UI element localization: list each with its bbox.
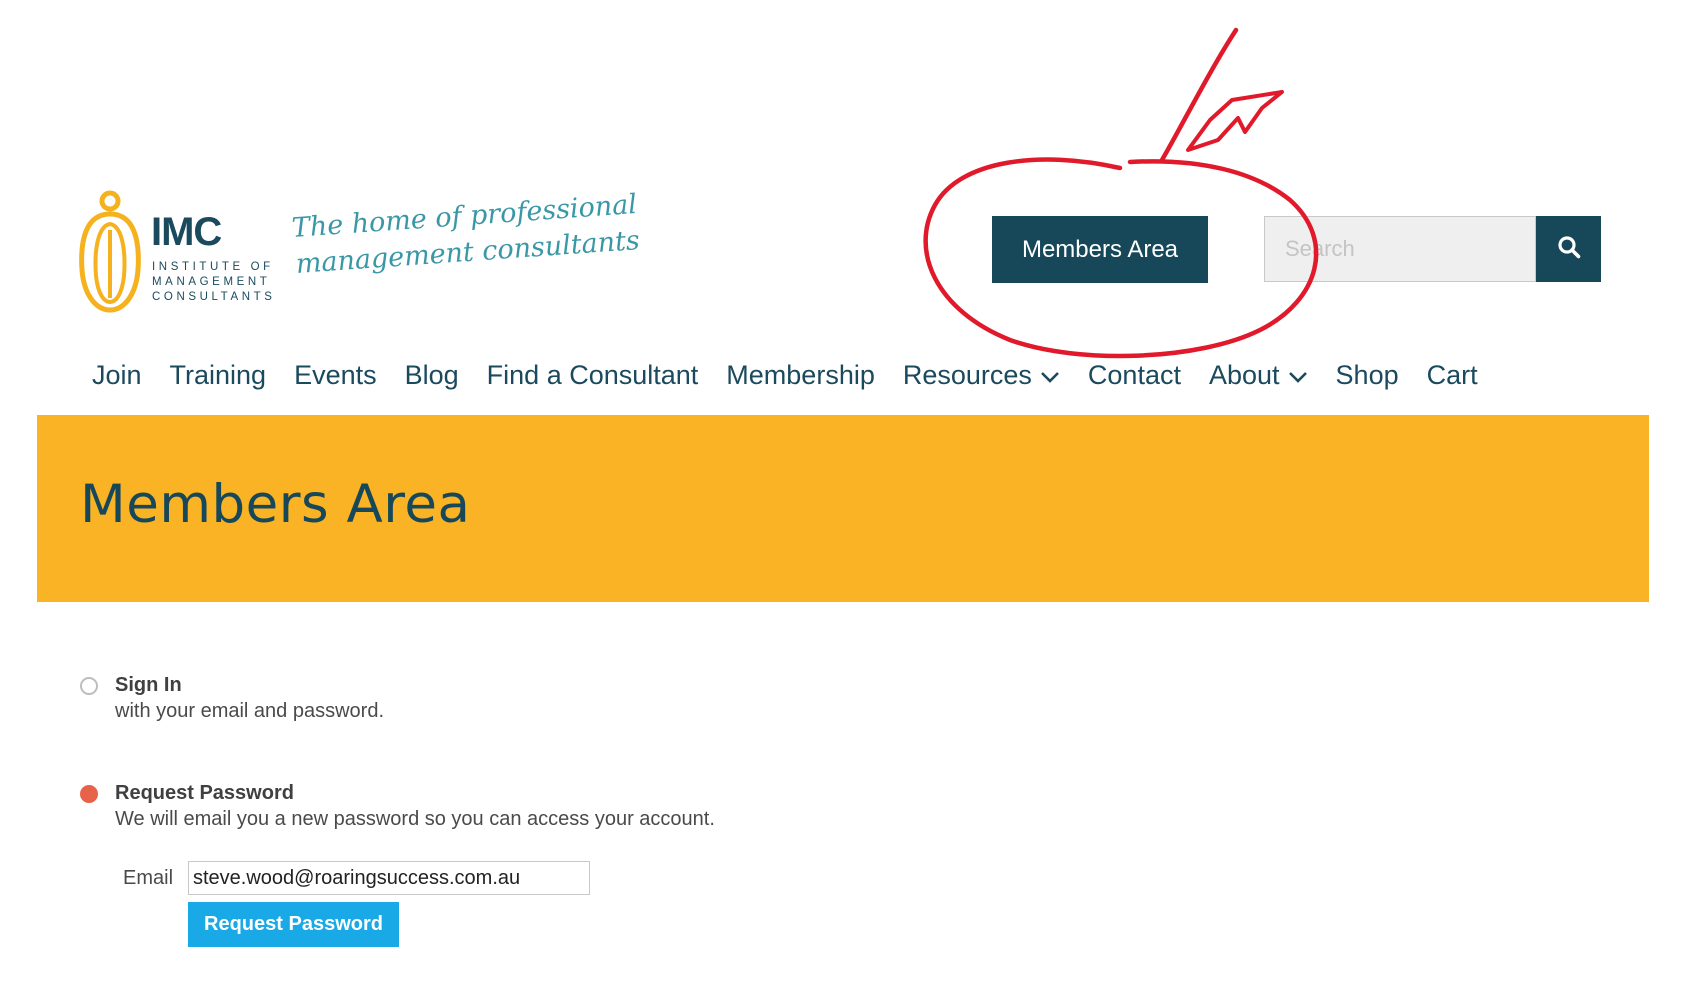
- logo-acronym: IMC: [151, 210, 222, 254]
- page-title: Members Area: [80, 474, 471, 535]
- sign-in-radio[interactable]: [80, 677, 98, 695]
- nav-item-label: Contact: [1087, 360, 1181, 390]
- nav-item-cart[interactable]: Cart: [1427, 355, 1478, 395]
- logo-subtitle-line: CONSULTANTS: [152, 291, 276, 303]
- nav-item-label: Join: [92, 360, 142, 390]
- email-field[interactable]: [188, 861, 590, 895]
- chevron-down-icon: [1288, 355, 1308, 395]
- request-password-title[interactable]: Request Password: [115, 782, 294, 805]
- annotation-arrow-shaft: [1159, 27, 1239, 163]
- sign-in-title[interactable]: Sign In: [115, 674, 182, 697]
- members-area-button[interactable]: Members Area: [992, 216, 1208, 283]
- nav-item-shop[interactable]: Shop: [1336, 355, 1399, 395]
- nav-item-label: About: [1208, 360, 1280, 390]
- nav-item-events[interactable]: Events: [294, 355, 377, 395]
- nav-item-label: Events: [294, 360, 377, 390]
- request-password-button[interactable]: Request Password: [188, 902, 399, 947]
- request-password-radio[interactable]: [80, 785, 98, 803]
- search-icon: [1557, 235, 1581, 264]
- nav-item-label: Cart: [1426, 360, 1478, 390]
- sign-in-description: with your email and password.: [115, 700, 385, 722]
- nav-item-label: Resources: [902, 360, 1032, 390]
- search-button[interactable]: [1536, 216, 1601, 282]
- nav-item-label: Membership: [726, 360, 875, 390]
- nav-item-label: Find a Consultant: [486, 360, 699, 390]
- request-password-description: We will email you a new password so you …: [115, 808, 715, 830]
- chevron-down-icon: [1040, 355, 1060, 395]
- nav-item-resources[interactable]: Resources: [903, 355, 1060, 395]
- main-navigation: Join Training Events Blog Find a Consultant M…: [92, 355, 1506, 395]
- nav-item-label: Blog: [404, 360, 459, 390]
- nav-item-about[interactable]: About: [1209, 355, 1308, 395]
- logo-figure-icon: [76, 190, 146, 315]
- nav-item-label: Training: [169, 360, 267, 390]
- page-banner: Members Area: [37, 415, 1649, 602]
- annotation-arrowhead: [1186, 90, 1284, 152]
- nav-item-find-a-consultant[interactable]: Find a Consultant: [487, 355, 699, 395]
- logo-subtitle-line: INSTITUTE OF: [152, 261, 274, 273]
- logo-subtitle-line: MANAGEMENT: [152, 276, 271, 288]
- nav-item-training[interactable]: Training: [170, 355, 267, 395]
- nav-item-join[interactable]: Join: [92, 355, 142, 395]
- nav-item-contact[interactable]: Contact: [1088, 355, 1181, 395]
- site-logo[interactable]: IMC INSTITUTE OF MANAGEMENT CONSULTANTS: [76, 190, 276, 320]
- search-input[interactable]: [1264, 216, 1536, 282]
- nav-item-label: Shop: [1335, 360, 1399, 390]
- nav-item-blog[interactable]: Blog: [405, 355, 459, 395]
- nav-item-membership[interactable]: Membership: [726, 355, 875, 395]
- email-label: Email: [123, 867, 174, 889]
